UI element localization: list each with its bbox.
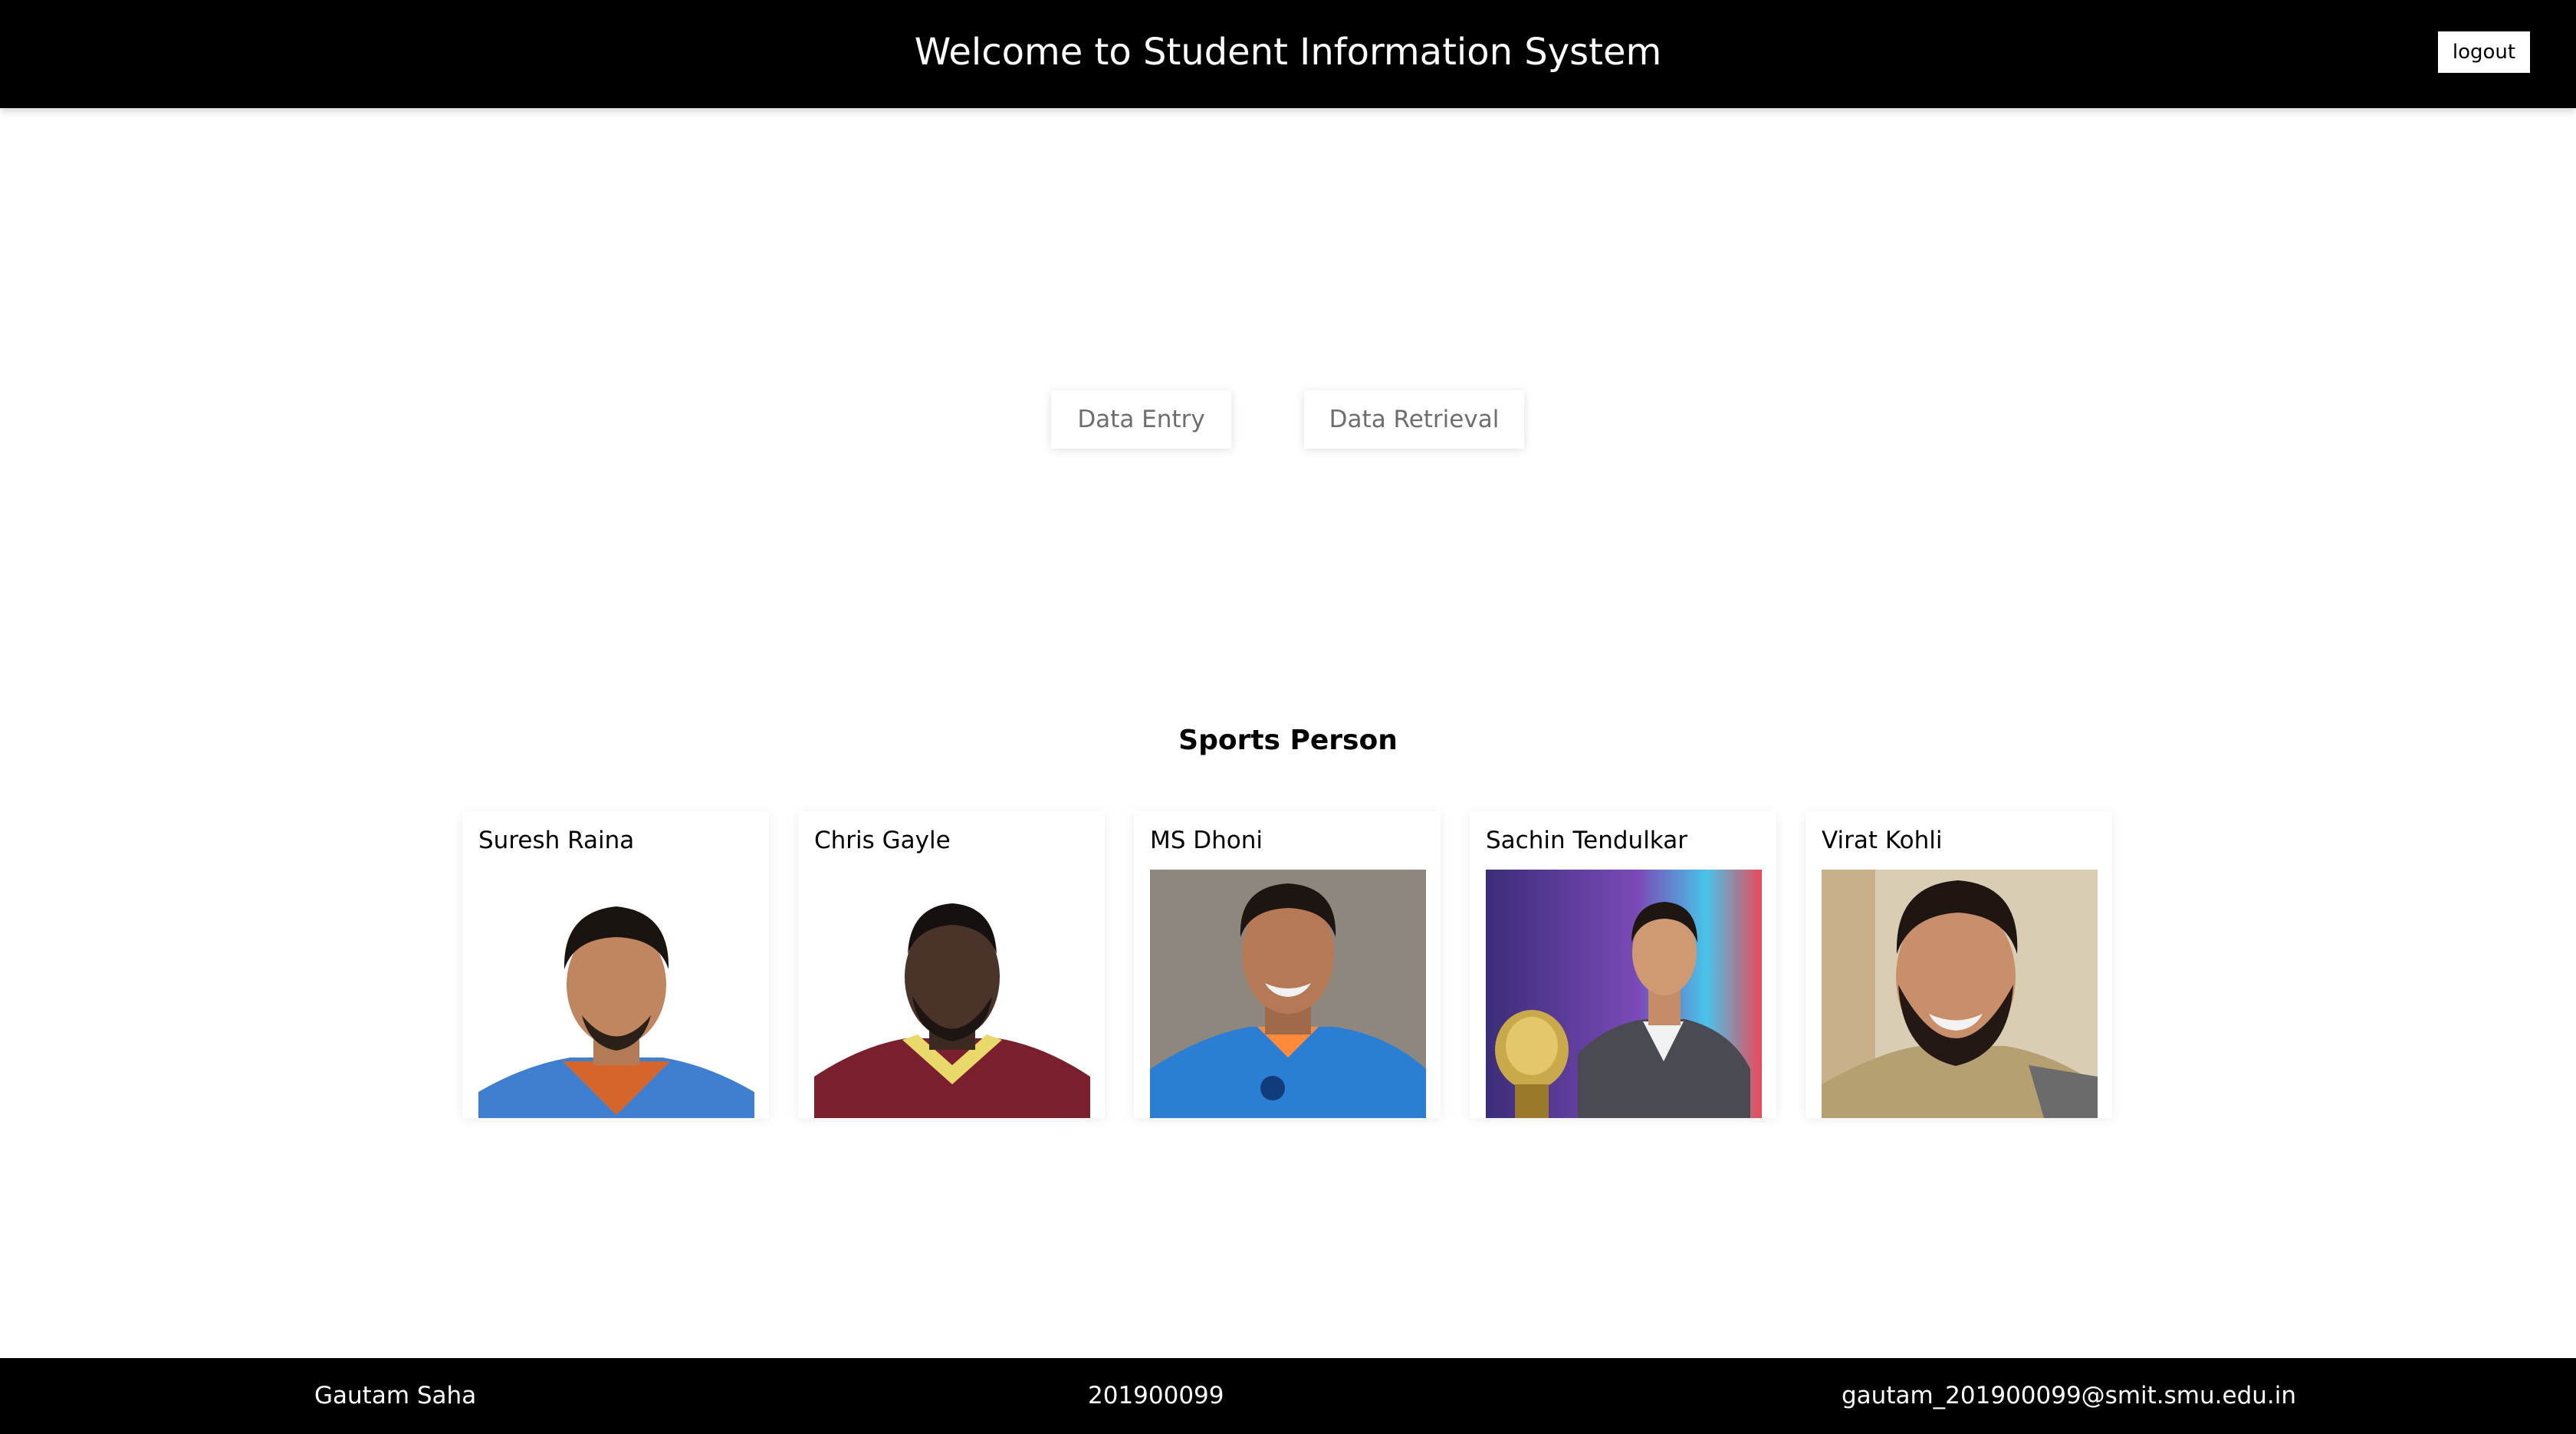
sports-person-card: Virat Kohli: [1806, 811, 2112, 1118]
data-retrieval-button[interactable]: Data Retrieval: [1304, 390, 1524, 449]
footer-student-email: gautam_201900099@smit.smu.edu.in: [1842, 1382, 2297, 1409]
sports-person-card: Chris Gayle: [798, 811, 1105, 1118]
sports-person-name: Suresh Raina: [478, 827, 635, 854]
sports-person-name: Chris Gayle: [814, 827, 951, 854]
top-header: Welcome to Student Information System lo…: [0, 0, 2576, 108]
data-entry-button[interactable]: Data Entry: [1051, 390, 1231, 449]
section-title-sports-person: Sports Person: [1178, 725, 1398, 756]
sports-person-photo: [478, 870, 754, 1118]
sports-person-name: Virat Kohli: [1822, 827, 1943, 854]
page-title: Welcome to Student Information System: [914, 31, 1662, 74]
sports-person-card: MS Dhoni: [1134, 811, 1441, 1118]
footer-student-id: 201900099: [1088, 1382, 1224, 1409]
sports-person-photo: [1150, 870, 1426, 1118]
sports-person-name: Sachin Tendulkar: [1486, 827, 1687, 854]
sports-person-card: Sachin Tendulkar: [1470, 811, 1776, 1118]
sports-person-photo: [1486, 870, 1762, 1118]
sports-person-photo: [1822, 870, 2098, 1118]
logout-button[interactable]: logout: [2438, 31, 2530, 73]
sports-person-name: MS Dhoni: [1150, 827, 1263, 854]
footer: Gautam Saha 201900099 gautam_201900099@s…: [0, 1358, 2576, 1434]
sports-person-card: Suresh Raina: [462, 811, 769, 1118]
sports-person-photo: [814, 870, 1090, 1118]
footer-student-name: Gautam Saha: [314, 1382, 477, 1409]
